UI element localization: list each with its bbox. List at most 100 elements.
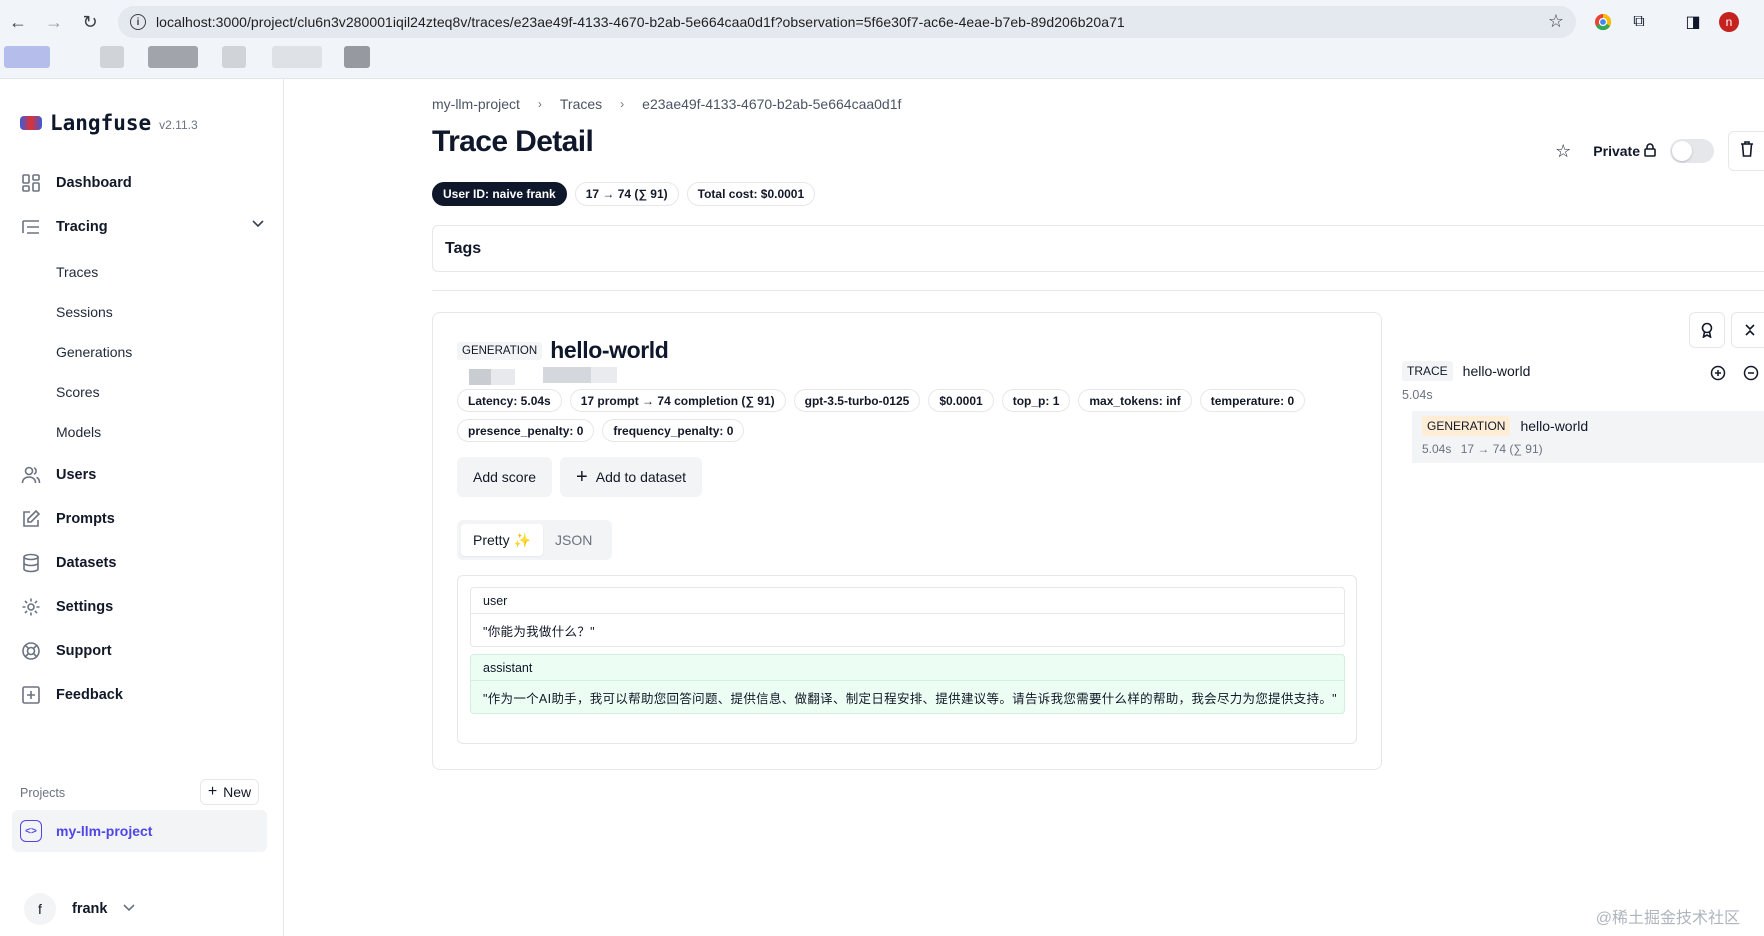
star-icon[interactable]: ☆ (1555, 141, 1571, 162)
sidebar-item-label: Tracing (56, 219, 108, 235)
observation-actions: Add score + Add to dataset (457, 457, 710, 497)
sidebar-item-settings[interactable]: Settings (20, 593, 264, 621)
observation-panel: GENERATION hello-world Latency: 5.04s 17… (432, 312, 1382, 770)
tree-trace-name: hello-world (1462, 363, 1531, 379)
trace-badges: User ID: naive frank 17 → 74 (∑ 91) Tota… (432, 182, 823, 206)
header-actions: ☆ Private (1555, 131, 1764, 171)
new-project-button[interactable]: + New (200, 779, 259, 805)
lock-icon (1644, 142, 1656, 160)
sidebar-item-datasets[interactable]: Datasets (20, 549, 264, 577)
chevron-right-icon: › (620, 97, 625, 111)
sidebar-subitem-sessions[interactable]: Sessions (56, 301, 113, 323)
side-panel-icon[interactable]: ◨ (1682, 11, 1704, 33)
browser-chrome: ← → ↻ i localhost:3000/project/clu6n3v28… (0, 0, 1764, 79)
add-to-dataset-label: Add to dataset (595, 469, 687, 485)
dashboard-icon (20, 172, 42, 194)
reload-icon[interactable]: ↻ (78, 10, 102, 34)
tab-pretty[interactable]: Pretty ✨ (461, 524, 544, 556)
message-user: user "你能为我做什么？" (470, 587, 1345, 647)
bookmark-item[interactable] (222, 46, 246, 68)
tree-generation-node[interactable]: GENERATION hello-world 5.04s 17 → 74 (∑ … (1412, 411, 1764, 463)
tab-json-label: JSON (555, 532, 593, 548)
add-score-button[interactable]: Add score (457, 457, 553, 497)
param-badge-top-p: top_p: 1 (1001, 389, 1071, 412)
chat-messages: user "你能为我做什么？" assistant "作为一个AI助手，我可以帮… (457, 575, 1357, 744)
trash-icon (1740, 141, 1754, 161)
sidebar-subitem-scores[interactable]: Scores (56, 381, 100, 403)
profile-avatar[interactable]: n (1718, 11, 1740, 33)
tree-gen-name: hello-world (1520, 418, 1589, 434)
collapse-all-icon[interactable] (1743, 365, 1759, 386)
site-info-icon[interactable]: i (130, 14, 146, 30)
observation-header: GENERATION hello-world (457, 337, 669, 364)
bookmark-star-icon[interactable]: ☆ (1548, 11, 1564, 32)
sidebar-item-prompts[interactable]: Prompts (20, 505, 264, 533)
user-menu[interactable]: f frank (24, 893, 136, 925)
tree-gen-tokens: 17 → 74 (∑ 91) (1460, 442, 1543, 456)
plus-icon: + (576, 466, 588, 488)
project-item[interactable]: <> my-llm-project (12, 810, 267, 852)
forward-icon[interactable]: → (42, 10, 66, 34)
sidebar: Langfuse v2.11.3 Dashboard Tracing Trace… (0, 79, 284, 936)
sidebar-item-label: Feedback (56, 687, 123, 703)
sidebar-item-dashboard[interactable]: Dashboard (20, 169, 264, 197)
collapse-icon[interactable] (1731, 312, 1764, 348)
tree-trace-node[interactable]: TRACE hello-world 5.04s (1402, 361, 1530, 402)
private-toggle[interactable] (1670, 139, 1714, 163)
bookmark-item[interactable] (4, 46, 50, 68)
message-role: assistant (471, 655, 1344, 681)
delete-button[interactable] (1728, 131, 1764, 171)
message-role: user (471, 588, 1344, 614)
sidebar-subitem-models[interactable]: Models (56, 421, 101, 443)
message-content: "你能为我做什么？" (483, 624, 595, 639)
back-icon[interactable]: ← (6, 10, 30, 34)
brand-name: Langfuse (50, 111, 152, 135)
breadcrumb-project[interactable]: my-llm-project (432, 96, 520, 112)
tree-gen-type: GENERATION (1422, 416, 1511, 436)
tracing-icon (20, 216, 42, 238)
puzzle-icon[interactable]: ⧉ (1628, 11, 1650, 33)
sidebar-item-support[interactable]: Support (20, 637, 264, 665)
tags-box[interactable]: Tags (432, 225, 1764, 272)
usage-badge: 17 prompt → 74 completion (∑ 91) (569, 389, 786, 412)
sidebar-item-feedback[interactable]: Feedback (20, 681, 264, 709)
address-bar[interactable]: i localhost:3000/project/clu6n3v280001iq… (118, 6, 1576, 38)
bookmark-item[interactable] (148, 46, 198, 68)
lifebuoy-icon (20, 640, 42, 662)
observation-type-tag: GENERATION (457, 341, 543, 360)
bookmark-item[interactable] (272, 46, 322, 68)
user-id-badge[interactable]: User ID: naive frank (432, 182, 567, 206)
sidebar-subitem-generations[interactable]: Generations (56, 341, 132, 363)
sparkle-icon: ✨ (513, 531, 532, 548)
award-icon[interactable] (1689, 312, 1725, 348)
add-to-dataset-button[interactable]: + Add to dataset (560, 457, 703, 497)
sidebar-subitem-traces[interactable]: Traces (56, 261, 98, 283)
brand-version: v2.11.3 (159, 118, 198, 132)
sidebar-item-users[interactable]: Users (20, 461, 264, 489)
tab-json[interactable]: JSON (543, 524, 604, 556)
expand-all-icon[interactable] (1710, 365, 1726, 386)
latency-badge: Latency: 5.04s (457, 389, 562, 412)
chevron-down-icon[interactable] (252, 217, 264, 231)
tokens-badge: 17 → 74 (∑ 91) (574, 182, 679, 206)
breadcrumb-trace-id: e23ae49f-4133-4670-b2ab-5e664caa0d1f (642, 96, 902, 112)
tree-gen-meta: 5.04s 17 → 74 (∑ 91) (1422, 442, 1764, 456)
bookmark-item[interactable] (344, 46, 370, 68)
breadcrumb-traces[interactable]: Traces (560, 96, 602, 112)
sidebar-item-label: Prompts (56, 511, 115, 527)
tab-pretty-label: Pretty (473, 532, 510, 548)
observation-badges: Latency: 5.04s 17 prompt → 74 completion… (457, 389, 1357, 449)
sidebar-item-tracing[interactable]: Tracing (20, 213, 264, 241)
langfuse-logo-icon (20, 116, 42, 130)
model-badge: gpt-3.5-turbo-0125 (793, 389, 921, 412)
chrome-extension-icon[interactable] (1592, 11, 1614, 33)
brand[interactable]: Langfuse v2.11.3 (20, 111, 198, 135)
bookmark-item[interactable] (100, 46, 124, 68)
projects-label: Projects (20, 786, 66, 800)
message-content: "作为一个AI助手，我可以帮助您回答问题、提供信息、做翻译、制定日程安排、提供建… (483, 691, 1337, 706)
breadcrumb: my-llm-project › Traces › e23ae49f-4133-… (432, 96, 901, 112)
view-tabs: Pretty ✨ JSON (457, 520, 612, 560)
total-cost-badge: Total cost: $0.0001 (686, 182, 816, 206)
chevron-right-icon: › (537, 97, 542, 111)
private-label: Private (1593, 142, 1656, 160)
